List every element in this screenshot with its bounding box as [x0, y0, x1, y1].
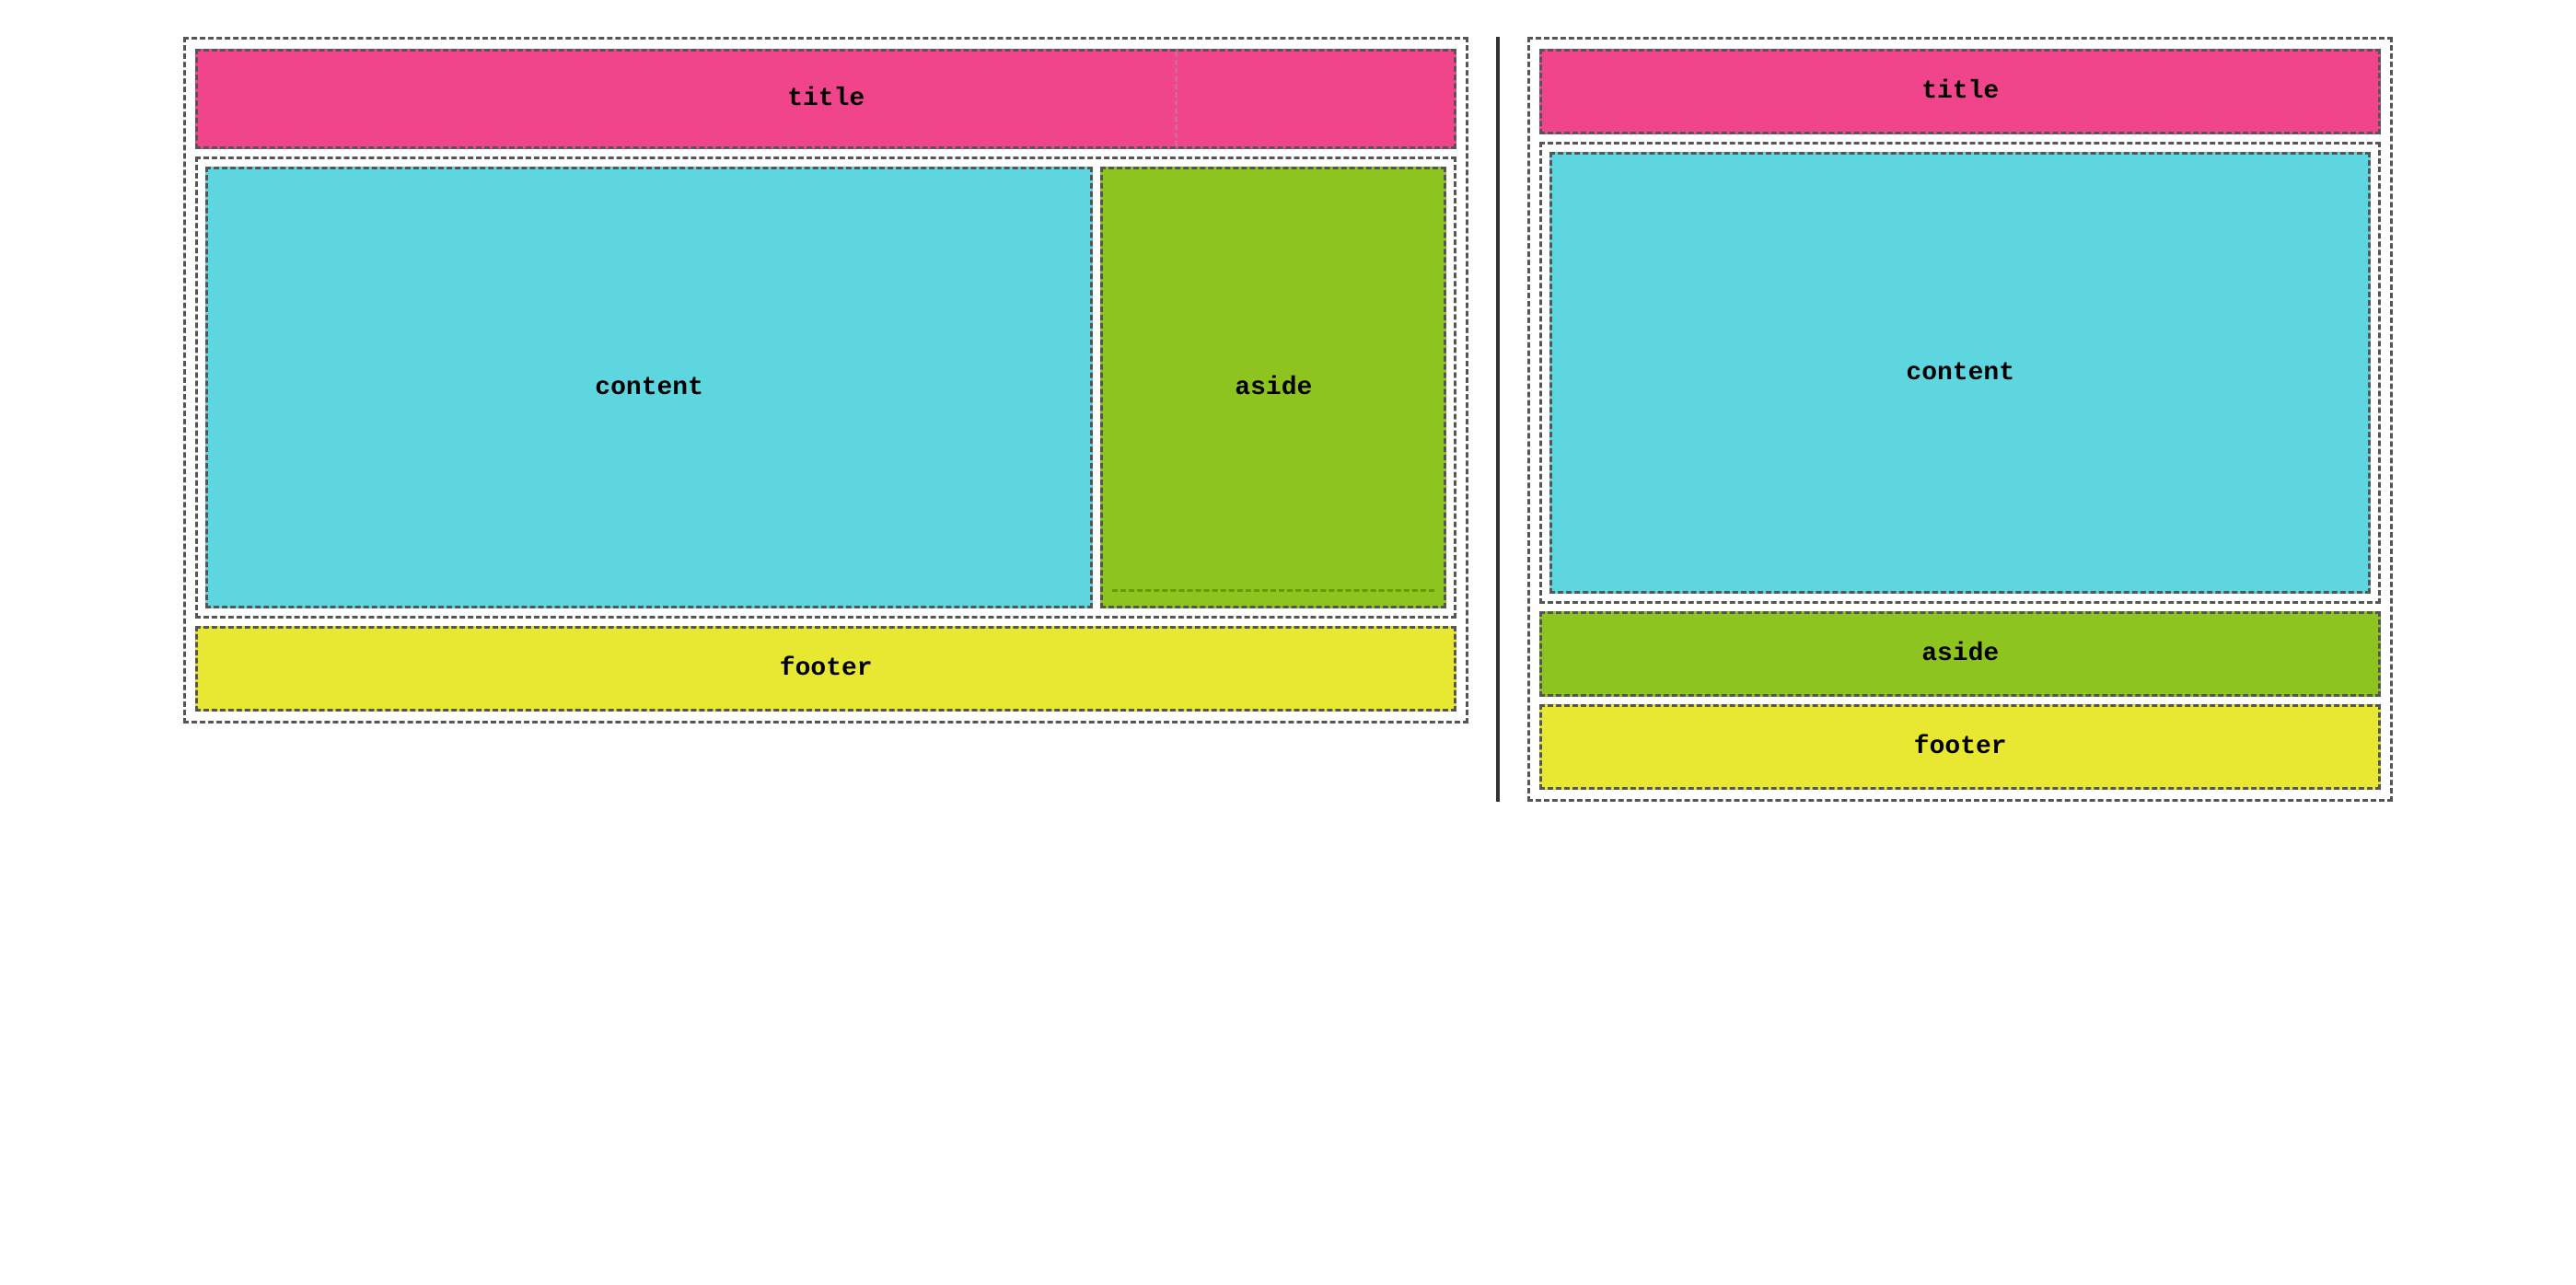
aside-bottom-dashed-line: [1112, 589, 1434, 592]
right-title-label: title: [1921, 77, 1999, 106]
left-footer-label: footer: [780, 654, 873, 683]
left-aside-label: aside: [1235, 374, 1312, 402]
left-middle-row: content aside: [195, 156, 1456, 619]
right-content-wrapper: content: [1539, 142, 2381, 604]
right-aside-label: aside: [1921, 640, 1999, 668]
vertical-divider: [1496, 37, 1500, 802]
left-title-label: title: [787, 85, 864, 113]
right-footer-bar: footer: [1539, 704, 2381, 790]
left-aside-area: aside: [1100, 167, 1446, 608]
right-title-bar: title: [1539, 49, 2381, 134]
layout-right: title content aside footer: [1527, 37, 2393, 802]
left-content-label: content: [595, 374, 703, 402]
right-aside-bar: aside: [1539, 611, 2381, 697]
page-wrapper: title content aside footer title content: [183, 37, 2393, 802]
left-footer-bar: footer: [195, 626, 1456, 712]
right-footer-label: footer: [1914, 733, 2007, 761]
title-dashed-divider: [1175, 52, 1178, 146]
right-content-label: content: [1906, 359, 2014, 388]
left-content-area: content: [205, 167, 1093, 608]
right-content-area: content: [1549, 152, 2371, 594]
left-title-bar: title: [195, 49, 1456, 149]
layout-left: title content aside footer: [183, 37, 1468, 724]
